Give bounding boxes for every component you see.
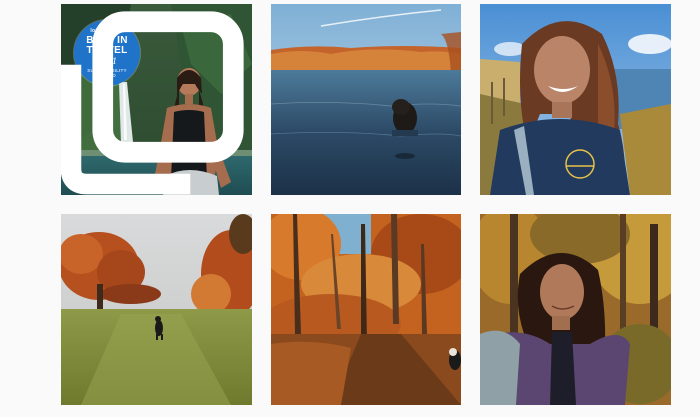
post-tile-coastal-selfie[interactable] <box>480 4 671 195</box>
photo-grid: lonely planet BEST IN TRAVEL 2021 SUSTAI… <box>0 0 700 417</box>
post-tile-waterfall[interactable]: lonely planet BEST IN TRAVEL 2021 SUSTAI… <box>61 4 252 195</box>
carousel-icon <box>61 11 244 195</box>
woodland-selfie-photo <box>480 214 671 405</box>
autumn-park-photo <box>61 214 252 405</box>
post-tile-lake-dog[interactable] <box>271 4 461 195</box>
post-tile-woodland-path[interactable] <box>271 214 461 405</box>
post-tile-woodland-selfie[interactable] <box>480 214 671 405</box>
post-tile-autumn-park[interactable] <box>61 214 252 405</box>
lake-dog-photo <box>271 4 461 195</box>
coastal-selfie-photo <box>480 4 671 195</box>
woodland-path-photo <box>271 214 461 405</box>
